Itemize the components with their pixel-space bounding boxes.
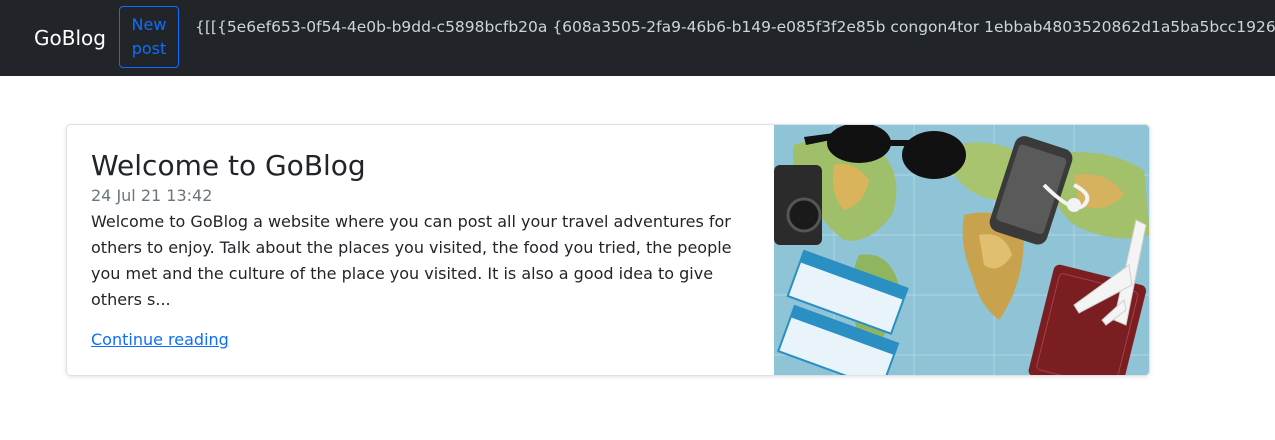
post-image [774,125,1149,375]
navbar: GoBlog New post {[[{5e6ef653-0f54-4e0b-b… [0,0,1275,76]
new-post-button[interactable]: New post [119,6,179,68]
post-title: Welcome to GoBlog [91,149,366,182]
user-session-text: {[[{5e6ef653-0f54-4e0b-b9dd-c5898bcfb20a… [195,18,1275,36]
continue-reading-link[interactable]: Continue reading [91,329,229,351]
post-date: 24 Jul 21 13:42 [91,186,213,205]
post-excerpt: Welcome to GoBlog a website where you ca… [91,212,732,309]
post-card: Welcome to GoBlog 24 Jul 21 13:42 Welcom… [66,124,1150,376]
brand-link[interactable]: GoBlog [34,24,106,52]
